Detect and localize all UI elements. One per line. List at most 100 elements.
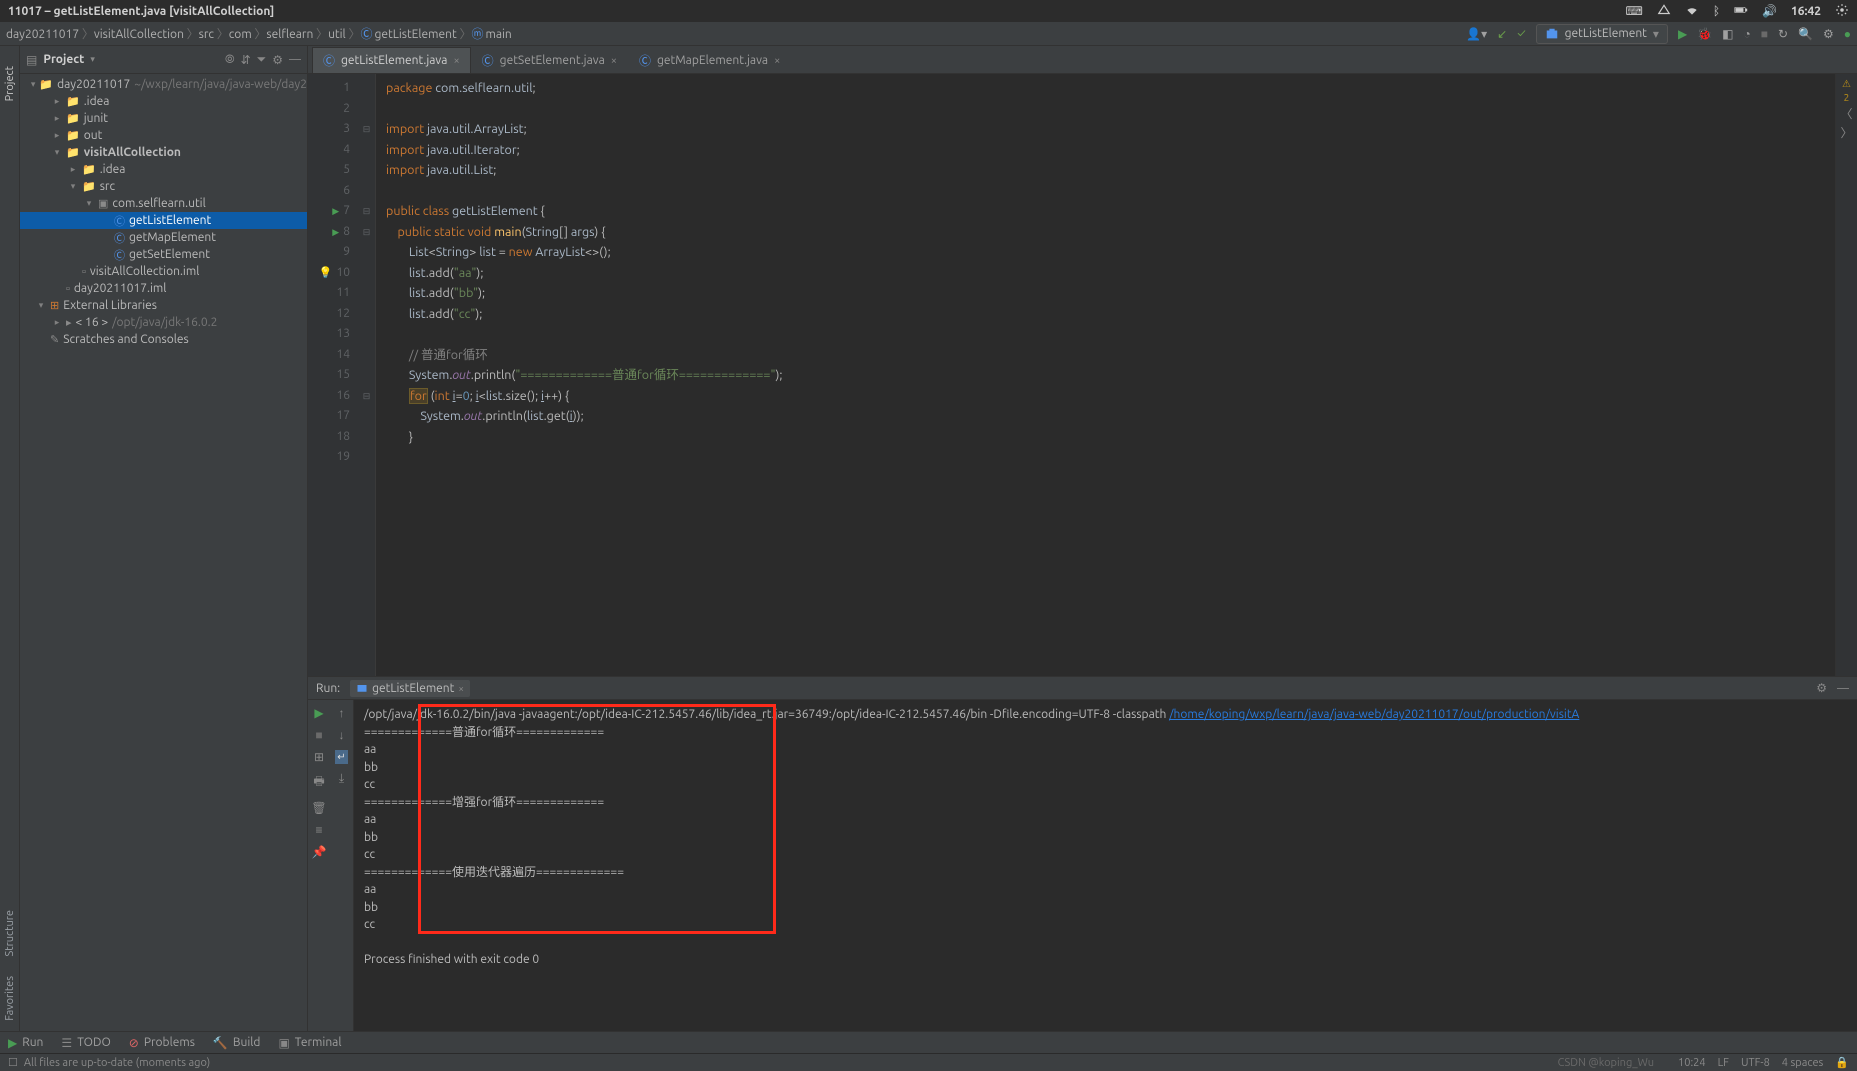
ide-settings-icon[interactable]: ⚙ [1823,27,1834,41]
tree-item[interactable]: ▾📁src [20,178,307,195]
tree-item[interactable]: ▫day20211017.iml [20,280,307,297]
locate-icon[interactable]: ⦾ [225,53,235,67]
breadcrumb[interactable]: day20211017 [6,28,79,41]
editor-tab[interactable]: ⒸgetListElement.java× [312,47,471,73]
status-message: All files are up-to-date (moments ago) [24,1057,210,1069]
run-settings-icon[interactable]: ⚙ [1816,681,1827,695]
pin-icon[interactable]: 📌 [312,845,327,859]
project-tool-tab[interactable]: Project [4,66,16,101]
readonly-lock-icon[interactable]: 🔒 [1835,1056,1849,1069]
layout-icon[interactable]: ⊞ [314,750,324,764]
update-icon[interactable]: ↻ [1778,27,1788,41]
editor-tab[interactable]: ⒸgetSetElement.java× [471,47,628,73]
sync-icon[interactable]: ↙ [1497,27,1507,41]
search-icon[interactable]: 🔍 [1798,27,1813,41]
expand-all-icon[interactable]: ⇵ [241,53,251,67]
status-icon[interactable]: ☐ [8,1056,18,1069]
breadcrumb[interactable]: selflearn [266,28,313,41]
tree-item[interactable]: ▾▣com.selflearn.util [20,195,307,212]
caret-position[interactable]: 10:24 [1678,1057,1706,1069]
problems-tab[interactable]: ⊘Problems [129,1036,195,1050]
coverage-icon[interactable]: ◧ [1722,27,1733,41]
bluetooth-icon[interactable]: ᛒ [1713,5,1720,18]
tree-item[interactable]: ▸▸< 16 > /opt/java/jdk-16.0.2 [20,314,307,331]
avatar-icon[interactable]: ● [1844,27,1851,41]
collapse-all-icon[interactable]: ⏷ [257,53,267,67]
breadcrumb[interactable]: com [229,28,252,41]
add-user-icon[interactable]: 👤▾ [1466,27,1487,41]
tree-item[interactable]: ▸📁out [20,127,307,144]
status-bar: ☐ All files are up-to-date (moments ago)… [0,1053,1857,1071]
tree-item[interactable]: ✎Scratches and Consoles [20,331,307,348]
tree-item[interactable]: ▾📁visitAllCollection [20,144,307,161]
delete-icon[interactable]: 🗑 [311,801,326,815]
line-separator[interactable]: LF [1718,1057,1729,1069]
tree-item[interactable]: ⒸgetMapElement [20,229,307,246]
project-panel: ▤ Project ▾ ⦾ ⇵ ⏷ ⚙ — ▾📁day20211017 ~/wx… [20,46,308,1031]
file-encoding[interactable]: UTF-8 [1741,1057,1770,1069]
clock[interactable]: 16:42 [1791,5,1821,18]
print-icon[interactable]: 🖶 [313,772,324,793]
soft-wrap-icon[interactable]: ↵ [335,750,347,764]
run-tab[interactable]: ▶Run [8,1036,43,1050]
run-config-label: getListElement [1565,27,1647,40]
fold-gutter[interactable]: ⊟⊟⊟⊟ [358,74,376,676]
editor-gutter[interactable]: 123456▶7▶89💡10111213141516171819 [308,74,358,676]
terminal-tab[interactable]: ▣Terminal [278,1036,341,1050]
editor-inspection-stripe[interactable]: ⚠ 2 〈 〉 [1835,74,1857,676]
run-hide-icon[interactable]: — [1837,682,1849,695]
structure-tool-tab[interactable]: Structure [4,910,16,957]
iml-icon: ▫ [82,266,86,278]
debug-icon[interactable]: 🐞 [1697,27,1712,41]
console-output[interactable]: /opt/java/jdk-16.0.2/bin/java -javaagent… [354,700,1857,1031]
stop-icon[interactable]: ■ [1761,27,1768,41]
favorites-tool-tab[interactable]: Favorites [4,976,16,1021]
scroll-end-icon[interactable]: ⤓ [339,772,344,786]
wifi-icon[interactable] [1685,3,1699,20]
close-tab-icon[interactable]: × [611,55,617,67]
battery-icon[interactable] [1734,3,1748,20]
breadcrumb[interactable]: ⓜmain [471,28,511,41]
breadcrumb[interactable]: src [199,28,214,41]
run-configuration-selector[interactable]: getListElement ▾ [1536,24,1668,44]
project-tree[interactable]: ▾📁day20211017 ~/wxp/learn/java/java-web/… [20,74,307,1031]
network-icon[interactable] [1657,3,1671,20]
down-icon[interactable]: ↓ [339,728,345,742]
editor-tab[interactable]: ⒸgetMapElement.java× [628,47,791,73]
rerun-icon[interactable]: ▶ [314,706,323,720]
vcs-check-icon[interactable]: ✓ [1517,27,1525,40]
class-icon: Ⓒ [639,52,651,69]
tree-item[interactable]: ▾📁day20211017 ~/wxp/learn/java/java-web/… [20,76,307,93]
breadcrumb[interactable]: util [328,28,346,41]
profile-icon[interactable]: ◔ [1743,27,1750,41]
scratch-icon: ✎ [50,333,59,346]
indent-info[interactable]: 4 spaces [1782,1057,1824,1069]
tree-item[interactable]: ⒸgetSetElement [20,246,307,263]
tree-item[interactable]: ▸📁.idea [20,93,307,110]
tree-item[interactable]: ▾⊞External Libraries [20,297,307,314]
keyboard-icon[interactable]: ⌨ [1625,4,1642,18]
breadcrumb[interactable]: visitAllCollection [94,28,184,41]
run-icon[interactable]: ▶ [1678,27,1687,41]
warning-icon[interactable]: ⚠ [1842,78,1851,90]
hide-panel-icon[interactable]: — [289,53,301,66]
build-tab[interactable]: 🔨Build [213,1036,261,1050]
breadcrumb[interactable]: ⒸgetListElement [360,28,456,41]
folder-icon: 📁 [66,112,80,125]
package-icon: ▣ [98,197,108,210]
tree-item[interactable]: ▸📁junit [20,110,307,127]
volume-icon[interactable]: 🔊 [1762,4,1777,18]
system-titlebar: 11017 – getListElement.java [visitAllCol… [0,0,1857,22]
tree-item[interactable]: ⒸgetListElement [20,212,307,229]
stop-run-icon[interactable]: ■ [315,728,322,742]
settings-gear-icon[interactable] [1835,3,1849,20]
up-icon[interactable]: ↑ [339,706,345,720]
tree-item[interactable]: ▫visitAllCollection.iml [20,263,307,280]
code-area[interactable]: package com.selflearn.util; import java.… [376,74,1835,676]
close-tab-icon[interactable]: × [774,55,780,67]
dump-icon[interactable]: ≡ [315,823,322,837]
tree-item[interactable]: ▸📁.idea [20,161,307,178]
todo-tab[interactable]: ☰TODO [61,1036,110,1050]
close-tab-icon[interactable]: × [453,55,459,67]
panel-settings-icon[interactable]: ⚙ [272,53,283,67]
